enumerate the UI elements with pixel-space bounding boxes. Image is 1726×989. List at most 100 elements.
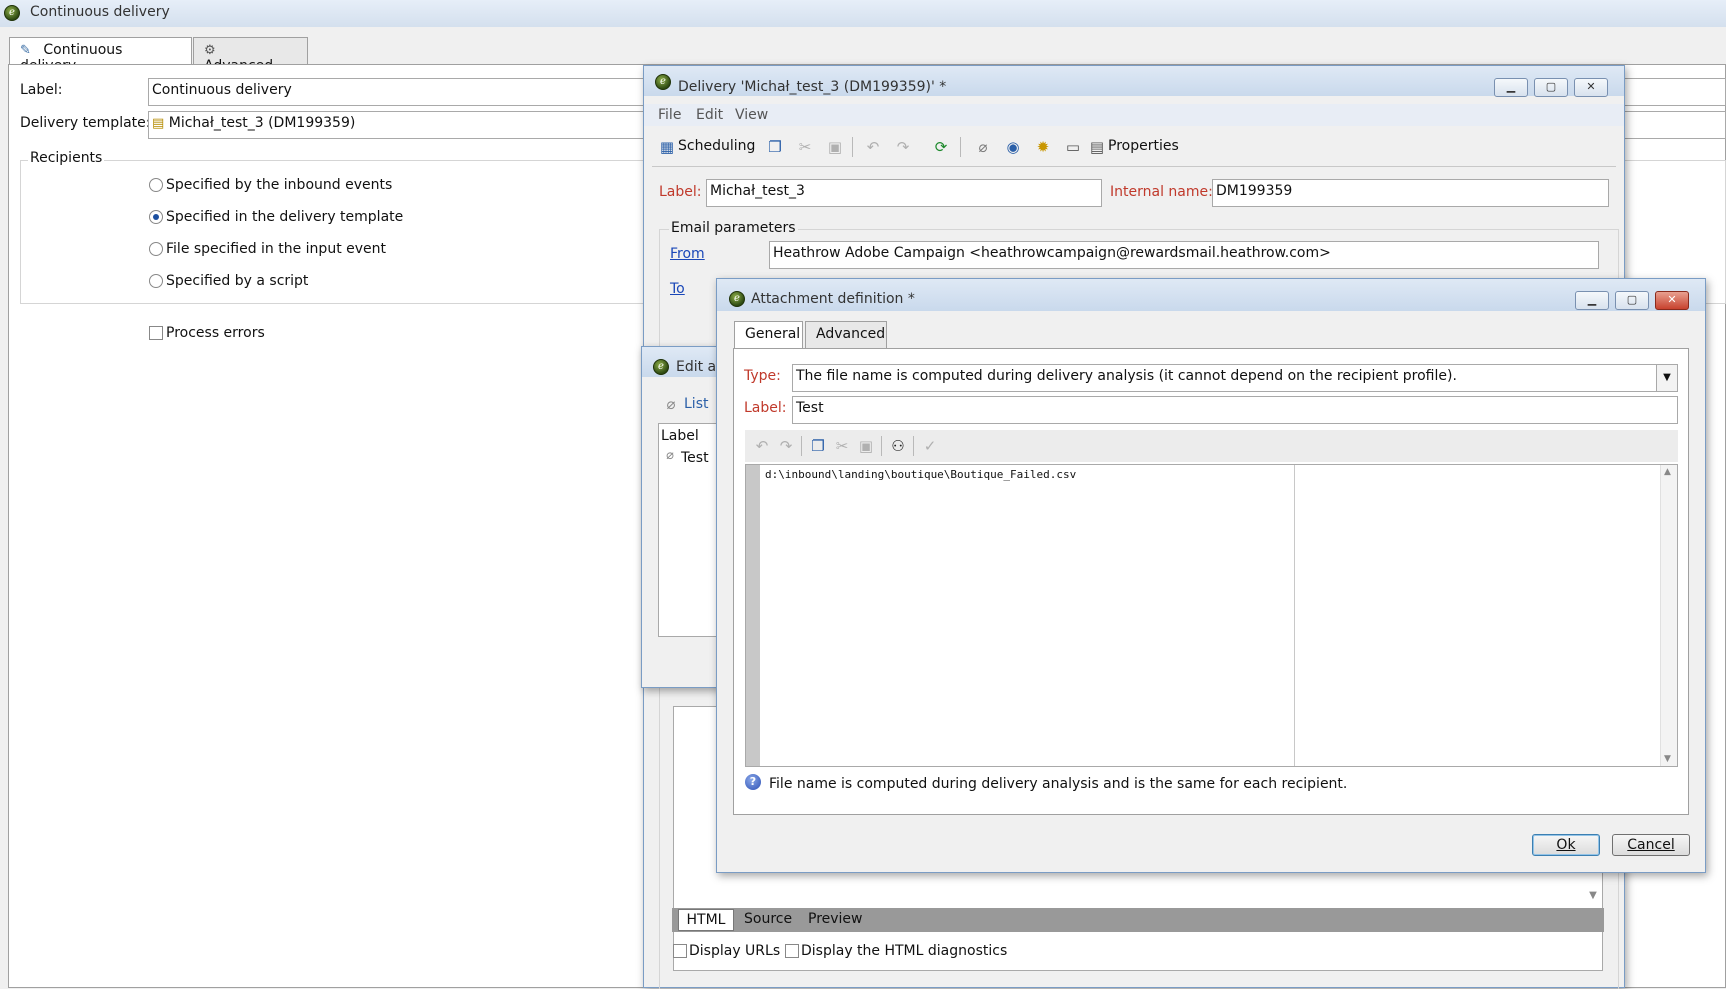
settings-icon[interactable]: ✹ (1034, 138, 1052, 156)
paste-icon[interactable]: ▣ (826, 138, 844, 156)
scroll-down-icon[interactable]: ▼ (1664, 754, 1671, 764)
internal-name-caption: Internal name: (1110, 184, 1213, 200)
edit-attachments-title: Edit at (676, 359, 721, 375)
radio-script[interactable] (149, 274, 163, 288)
settings-icon: ⚙ (204, 43, 216, 58)
edit-attachments-window: e Edit at ⌀ List Label ⌀ Test (641, 346, 721, 688)
list-item[interactable]: Test (681, 450, 709, 466)
delivery-menu-bar: File Edit View (644, 104, 1624, 126)
cut-icon[interactable]: ✂ (796, 138, 814, 156)
from-field[interactable]: Heathrow Adobe Campaign <heathrowcampaig… (769, 241, 1599, 269)
maximize-button[interactable]: ▢ (1534, 78, 1568, 97)
type-select[interactable]: The file name is computed during deliver… (792, 364, 1678, 392)
find-binoculars-icon[interactable]: ⚇ (889, 437, 907, 455)
info-icon: ? (745, 774, 761, 790)
main-window-title: Continuous delivery (30, 4, 170, 20)
scroll-up-icon[interactable]: ▲ (1664, 467, 1671, 477)
properties-icon[interactable]: ▤ (1088, 138, 1106, 156)
radio-input-event-file[interactable] (149, 242, 163, 256)
undo-icon[interactable]: ↶ (864, 138, 882, 156)
display-diagnostics-checkbox[interactable] (785, 944, 799, 958)
editor-gutter (746, 465, 760, 766)
editor-split-divider (1294, 465, 1295, 766)
form-icon[interactable]: ▭ (1064, 138, 1082, 156)
toolbar-separator (852, 137, 853, 157)
toolbar-separator (801, 436, 802, 456)
list-label: List (684, 396, 709, 412)
attachment-definition-window: e Attachment definition * ▁ ▢ ✕ General … (716, 278, 1706, 873)
app-logo-icon: e (655, 74, 671, 90)
attachments-list[interactable]: Label ⌀ Test (658, 423, 720, 637)
attachment-label-caption: Label: (744, 400, 787, 416)
app-logo-icon: e (4, 5, 20, 21)
undo-icon[interactable]: ↶ (753, 437, 771, 455)
tab-html[interactable]: HTML (678, 909, 734, 931)
delivery-title-bar: e Delivery 'Michał_test_3 (DM199359)' * … (644, 66, 1624, 97)
toolbar-separator (960, 137, 961, 157)
cancel-button[interactable]: Cancel (1612, 834, 1690, 856)
type-caption: Type: (744, 368, 781, 384)
from-link[interactable]: From (670, 246, 705, 262)
code-editor[interactable]: d:\inbound\landing\boutique\Boutique_Fai… (745, 464, 1678, 767)
paperclip-icon: ⌀ (666, 448, 674, 463)
chevron-down-icon[interactable]: ▼ (1656, 365, 1677, 391)
edit-attachments-title-bar: e Edit at (642, 347, 720, 377)
display-urls-label: Display URLs (689, 943, 781, 959)
minimize-button[interactable]: ▁ (1575, 291, 1609, 310)
minimize-button[interactable]: ▁ (1494, 78, 1528, 97)
scroll-down-icon[interactable]: ▼ (1584, 887, 1602, 905)
cut-icon[interactable]: ✂ (833, 437, 851, 455)
editor-toolbar: ↶ ↷ ❐ ✂ ▣ ⚇ ✓ (745, 430, 1678, 462)
menu-file[interactable]: File (658, 107, 681, 123)
tab-source[interactable]: Source (744, 911, 792, 927)
main-title-bar: e Continuous delivery (0, 0, 1726, 27)
maximize-button[interactable]: ▢ (1615, 291, 1649, 310)
document-icon: ✎ (20, 43, 31, 58)
radio-inbound-events-label: Specified by the inbound events (166, 177, 393, 193)
radio-delivery-template[interactable] (149, 210, 163, 224)
copy-icon[interactable]: ❐ (766, 138, 784, 156)
app-logo-icon: e (729, 291, 745, 307)
close-button[interactable]: ✕ (1655, 291, 1689, 310)
redo-icon[interactable]: ↷ (894, 138, 912, 156)
tab-general[interactable]: General (734, 321, 803, 349)
paste-icon[interactable]: ▣ (857, 437, 875, 455)
toolbar-separator (881, 436, 882, 456)
check-syntax-icon[interactable]: ✓ (921, 437, 939, 455)
content-view-tabs: HTML Source Preview (672, 908, 1604, 932)
close-button[interactable]: ✕ (1574, 78, 1608, 97)
properties-button[interactable]: Properties (1108, 138, 1179, 154)
label-caption: Label: (20, 82, 63, 98)
paperclip-icon[interactable]: ⌀ (974, 138, 992, 156)
internal-name-field[interactable]: DM199359 (1212, 179, 1609, 207)
editor-scrollbar[interactable]: ▲ ▼ (1660, 465, 1677, 766)
toolbar-separator (913, 436, 914, 456)
refresh-icon[interactable]: ⟳ (932, 138, 950, 156)
copy-icon[interactable]: ❐ (809, 437, 827, 455)
menu-edit[interactable]: Edit (696, 107, 723, 123)
recipients-caption: Recipients (28, 150, 105, 166)
menu-view[interactable]: View (735, 107, 768, 123)
app-logo-icon: e (653, 359, 669, 375)
display-urls-checkbox[interactable] (673, 944, 687, 958)
tab-continuous-delivery[interactable]: ✎ Continuous delivery (9, 37, 192, 74)
info-text: File name is computed during delivery an… (769, 776, 1348, 792)
to-link[interactable]: To (670, 281, 685, 297)
tab-advanced[interactable]: ⚙ Advanced (193, 37, 308, 74)
scheduling-button[interactable]: Scheduling (678, 138, 755, 154)
delivery-label-field[interactable]: Michał_test_3 (706, 179, 1102, 207)
tab-advanced[interactable]: Advanced (805, 321, 887, 349)
email-parameters-caption: Email parameters (669, 220, 798, 236)
attachment-title-bar: e Attachment definition * ▁ ▢ ✕ (717, 279, 1705, 311)
calendar-icon[interactable]: ▦ (658, 138, 676, 156)
redo-icon[interactable]: ↷ (777, 437, 795, 455)
ok-button[interactable]: Ok (1532, 834, 1600, 856)
radio-inbound-events[interactable] (149, 178, 163, 192)
process-errors-checkbox[interactable] (149, 326, 163, 340)
personalize-icon[interactable]: ◉ (1004, 138, 1022, 156)
radio-input-event-file-label: File specified in the input event (166, 241, 387, 257)
tab-preview[interactable]: Preview (808, 911, 863, 927)
attachment-label-field[interactable]: Test (792, 396, 1678, 424)
attachment-window-title: Attachment definition * (751, 291, 915, 307)
template-icon: ▤ (152, 116, 165, 131)
